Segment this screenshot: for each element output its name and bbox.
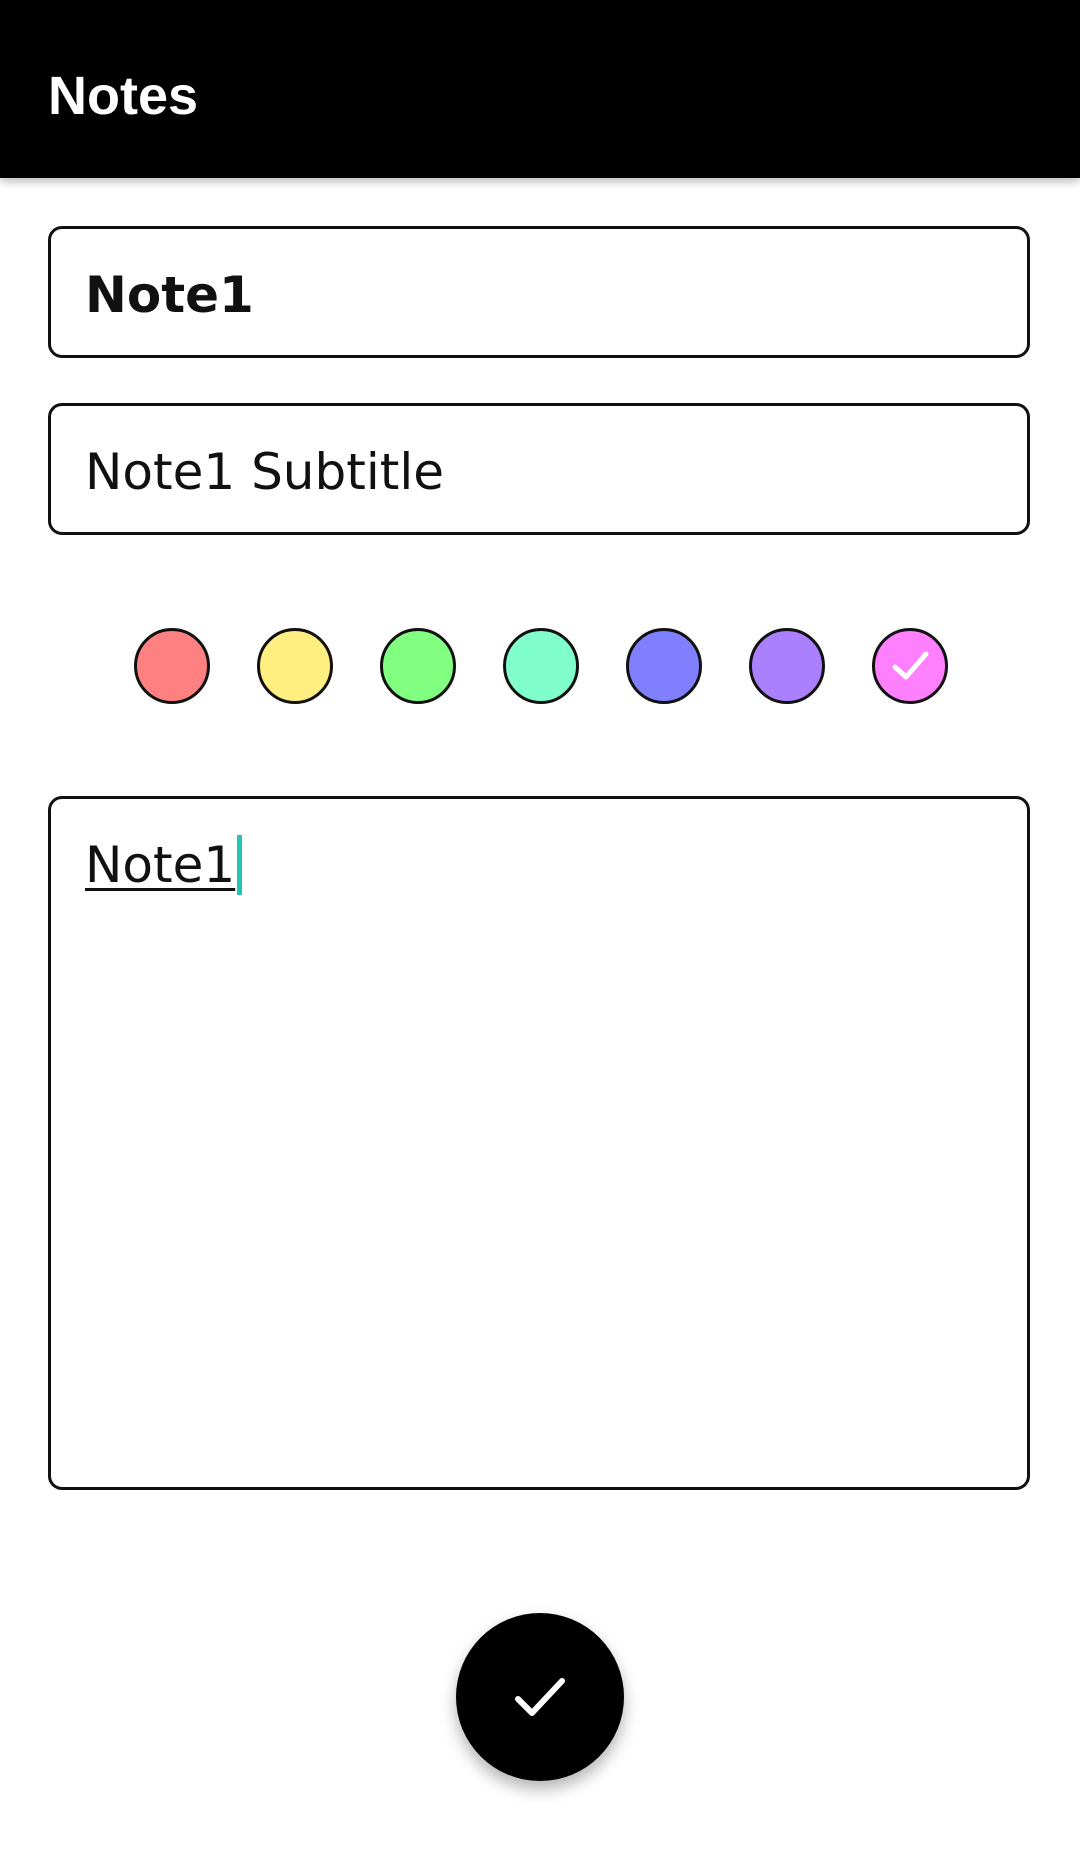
note-subtitle-field[interactable]: Note1 Subtitle [48,403,1030,535]
note-editor-screen: Notes Note1 Note1 Subtitle Note1 [0,0,1080,1858]
color-swatch-blue[interactable] [626,628,702,704]
save-note-button[interactable] [456,1613,624,1781]
app-bar: Notes [0,0,1080,178]
note-body-field[interactable]: Note1 [48,796,1030,1490]
note-title-value: Note1 [85,266,254,324]
color-swatch-pink[interactable] [872,628,948,704]
check-icon [515,1678,565,1716]
note-title-field[interactable]: Note1 [48,226,1030,358]
color-swatch-mint[interactable] [503,628,579,704]
color-swatch-green[interactable] [380,628,456,704]
note-body-text: Note1 [85,835,243,895]
color-swatch-red[interactable] [134,628,210,704]
text-caret [237,835,243,895]
color-swatch-yellow[interactable] [257,628,333,704]
note-subtitle-value: Note1 Subtitle [85,443,444,501]
color-picker [0,628,1080,704]
note-body-value: Note1 [85,836,236,894]
check-icon [892,651,929,680]
app-title: Notes [48,66,199,126]
color-swatch-purple[interactable] [749,628,825,704]
